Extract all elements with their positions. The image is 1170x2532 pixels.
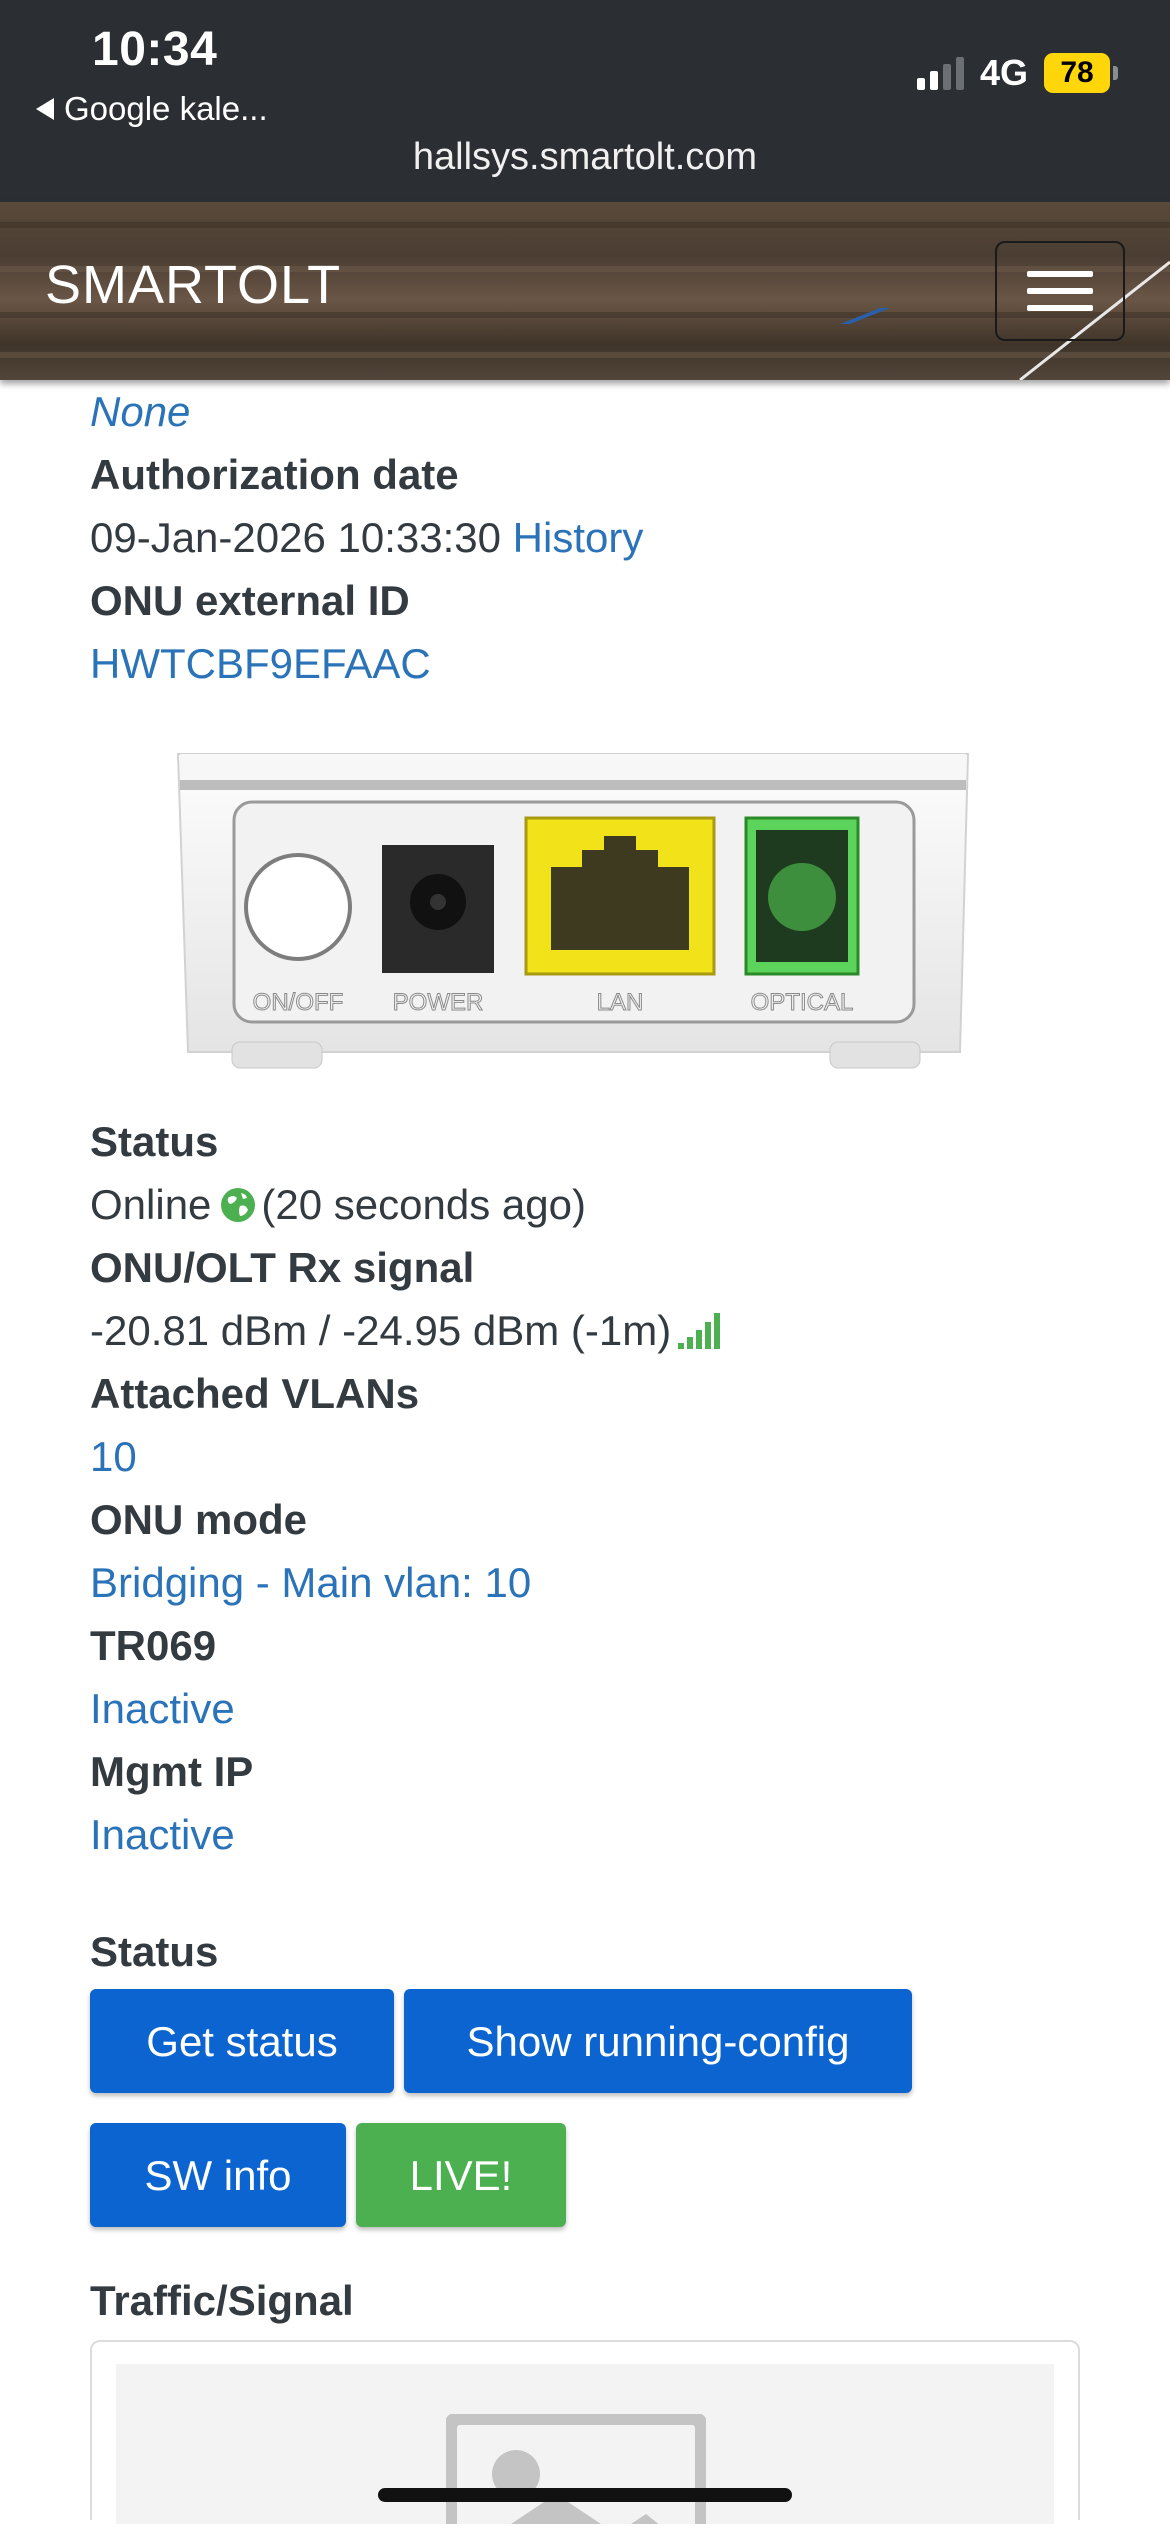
globe-icon (221, 1187, 256, 1222)
navbar-background-decoration (840, 308, 890, 324)
status-row: Online (20 seconds ago) (90, 1173, 1080, 1236)
external-id-value[interactable]: HWTCBF9EFAAC (90, 632, 1080, 695)
mgmt-ip-value[interactable]: Inactive (90, 1803, 1080, 1866)
action-buttons-row-2: SW info LIVE! (90, 2123, 1080, 2227)
vlans-label: Attached VLANs (90, 1370, 420, 1417)
history-link[interactable]: History (513, 514, 644, 561)
onu-mode-value[interactable]: Bridging - Main vlan: 10 (90, 1551, 1080, 1614)
battery-level: 78 (1044, 53, 1110, 93)
action-buttons-row-1: Get status Show running-config (90, 1989, 1080, 2093)
status-indicators: 4G 78 (916, 52, 1118, 94)
show-running-config-button[interactable]: Show running-config (404, 1989, 912, 2093)
port-label-onoff: ON/OFF (253, 989, 344, 1016)
address-bar-url[interactable]: hallsys.smartolt.com (0, 136, 1170, 179)
port-label-power: POWER (393, 989, 484, 1016)
network-type: 4G (979, 52, 1028, 93)
signal-strength-icon (678, 1312, 721, 1349)
live-button[interactable]: LIVE! (356, 2123, 566, 2227)
previous-field-value[interactable]: None (90, 380, 1080, 443)
mgmt-ip-label: Mgmt IP (90, 1748, 254, 1795)
rx-signal-value: -20.81 dBm / -24.95 dBm (-1m) (90, 1307, 672, 1354)
status-age: (20 seconds ago) (261, 1181, 586, 1228)
hamburger-icon (1027, 271, 1093, 277)
back-to-app-button[interactable]: Google kale... (36, 90, 268, 128)
get-status-button[interactable]: Get status (90, 1989, 394, 2093)
authorization-date-row: 09-Jan-2026 10:33:30 History (90, 506, 1080, 569)
menu-toggle-button[interactable] (995, 241, 1125, 341)
tr069-value[interactable]: Inactive (90, 1677, 1080, 1740)
traffic-signal-label: Traffic/Signal (90, 2277, 354, 2324)
home-indicator[interactable] (378, 2488, 792, 2502)
back-arrow-icon (36, 98, 54, 120)
port-label-optical: OPTICAL (751, 989, 854, 1016)
image-placeholder-icon (446, 2414, 706, 2524)
onu-mode-label: ONU mode (90, 1496, 308, 1543)
port-label-lan: LAN (597, 989, 644, 1016)
onu-device-image: ON/OFF POWER LAN OPTICAL (174, 752, 974, 1072)
brand-logo[interactable]: SMARTOLT (45, 254, 341, 316)
rx-signal-label: ONU/OLT Rx signal (90, 1244, 475, 1291)
vlans-value[interactable]: 10 (90, 1425, 1080, 1488)
back-app-label: Google kale... (64, 90, 268, 127)
status-value: Online (90, 1181, 212, 1228)
status-time: 10:34 (92, 23, 218, 76)
tr069-label: TR069 (90, 1622, 217, 1669)
cellular-signal-icon (916, 56, 964, 90)
actions-status-label: Status (90, 1928, 219, 1975)
authorization-date-label: Authorization date (90, 451, 459, 498)
onu-details: None Authorization date 09-Jan-2026 10:3… (90, 380, 1080, 2524)
sw-info-button[interactable]: SW info (90, 2123, 346, 2227)
status-label: Status (90, 1118, 219, 1165)
rx-signal-row: -20.81 dBm / -24.95 dBm (-1m) (90, 1299, 1080, 1362)
external-id-label: ONU external ID (90, 577, 410, 624)
site-navbar: SMARTOLT (0, 202, 1170, 380)
ios-status-bar: 10:34 Google kale... 4G 78 hallsys.smart… (0, 0, 1170, 202)
authorization-date-value: 09-Jan-2026 10:33:30 (90, 514, 501, 561)
battery-icon: 78 (1044, 53, 1118, 93)
